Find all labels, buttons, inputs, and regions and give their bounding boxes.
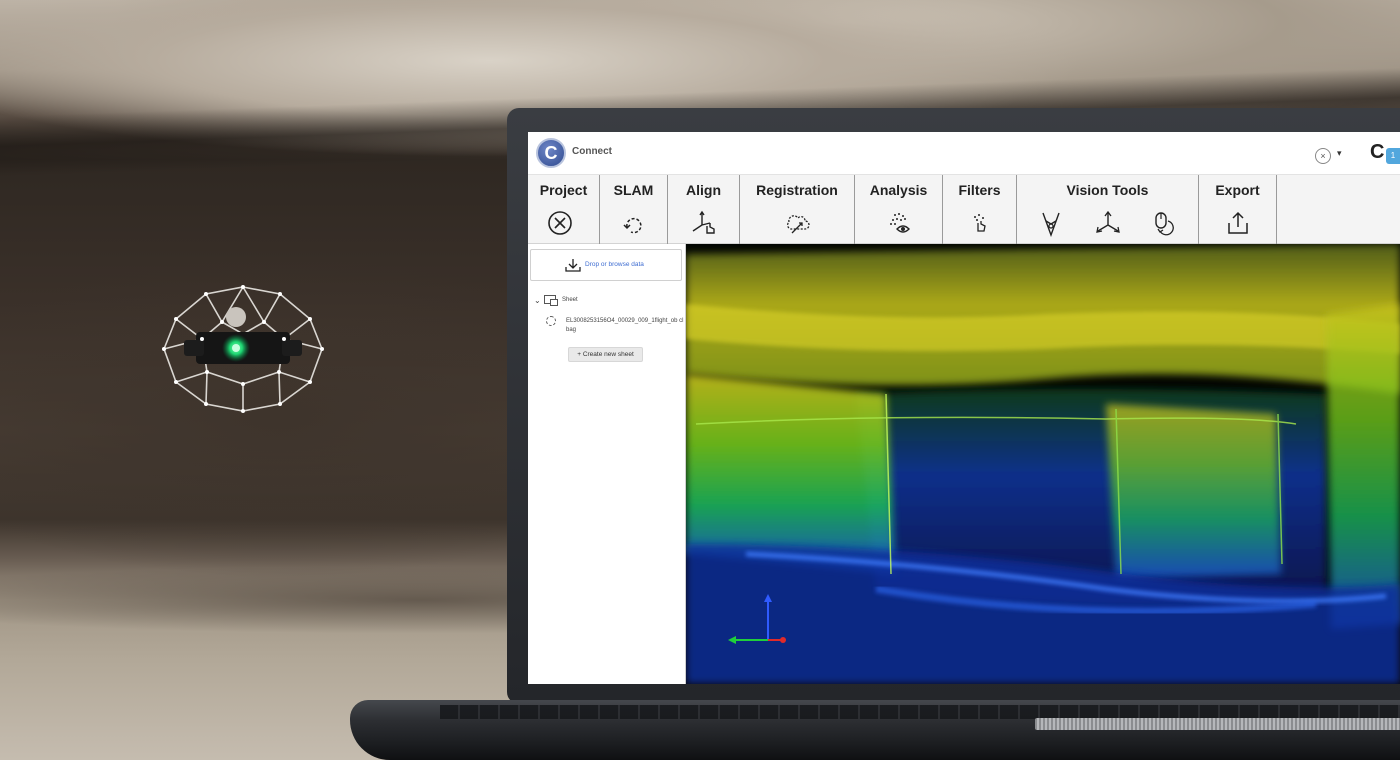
app-window: C Connect × ▾ C 1 Project SLAM Align Reg… [528,132,1400,684]
ribbon-label-vision-tools: Vision Tools [1066,182,1149,198]
chevron-down-icon[interactable]: ▾ [1337,148,1342,159]
ribbon-group-project: Project [528,175,600,245]
ribbon-group-slam: SLAM [600,175,668,245]
title-bar: C Connect × ▾ C 1 [528,132,1400,174]
pen-nib-icon[interactable] [1037,209,1065,237]
ribbon-group-export: Export [1199,175,1277,245]
drone-cage [162,285,324,413]
axes-hand-icon[interactable] [690,209,718,237]
point-cloud-viewport[interactable] [686,244,1400,684]
ribbon-label-align: Align [686,182,721,198]
app-logo: C [536,138,566,168]
laptop-speaker-grille [1035,718,1400,730]
ribbon-label-analysis: Analysis [869,182,928,198]
drop-zone[interactable]: Drop or browse data [530,249,682,281]
sheet-icon [544,295,558,306]
ribbon-label-export: Export [1215,182,1260,198]
ribbon-label-filters: Filters [958,182,1001,198]
chevron-down-icon[interactable]: ⌄ [534,296,541,305]
scan-ceiling [686,244,1400,394]
ribbon-group-registration: Registration [740,175,855,245]
tree-item-sheet[interactable]: ⌄ Sheet [534,294,674,308]
download-icon [565,259,581,272]
drop-zone-label: Drop or browse data [585,261,644,268]
app-title: Connect [572,146,612,157]
close-session-icon[interactable]: × [1315,148,1331,164]
point-eye-icon[interactable] [885,209,913,237]
mouse-rotate-icon[interactable] [1150,209,1178,237]
create-new-sheet-button[interactable]: + Create new sheet [568,347,643,362]
cloud-registration-icon[interactable] [783,209,811,237]
ribbon-group-align: Align [668,175,740,245]
ribbon-group-analysis: Analysis [855,175,943,245]
export-upload-icon[interactable] [1224,209,1252,237]
close-circle-icon[interactable] [546,209,574,237]
filter-hand-icon[interactable] [966,209,994,237]
loop-cloud-icon[interactable] [620,209,648,237]
file-name[interactable]: EL3008253156O4_00029_009_1flight_ob clba… [566,317,686,335]
notification-badge[interactable]: 1 [1386,148,1400,164]
ribbon-group-filters: Filters [943,175,1017,245]
ribbon-group-vision-tools: Vision Tools [1017,175,1199,245]
brand-logo: C [1370,141,1385,163]
ribbon-toolbar: Project SLAM Align Registration Analysis… [528,174,1400,245]
sheet-label: Sheet [562,297,578,303]
ribbon-label-slam: SLAM [613,182,654,198]
create-new-sheet-label: Create new sheet [582,351,634,358]
project-panel: Drop or browse data ⌄ Sheet EL3008253156… [528,244,686,684]
loading-spinner-icon [546,316,556,326]
ribbon-label-registration: Registration [756,182,838,198]
axes-3d-icon[interactable] [1094,209,1122,237]
ribbon-label-project: Project [539,182,588,198]
laptop-keyboard [440,705,1400,719]
plus-icon: + [577,351,582,358]
